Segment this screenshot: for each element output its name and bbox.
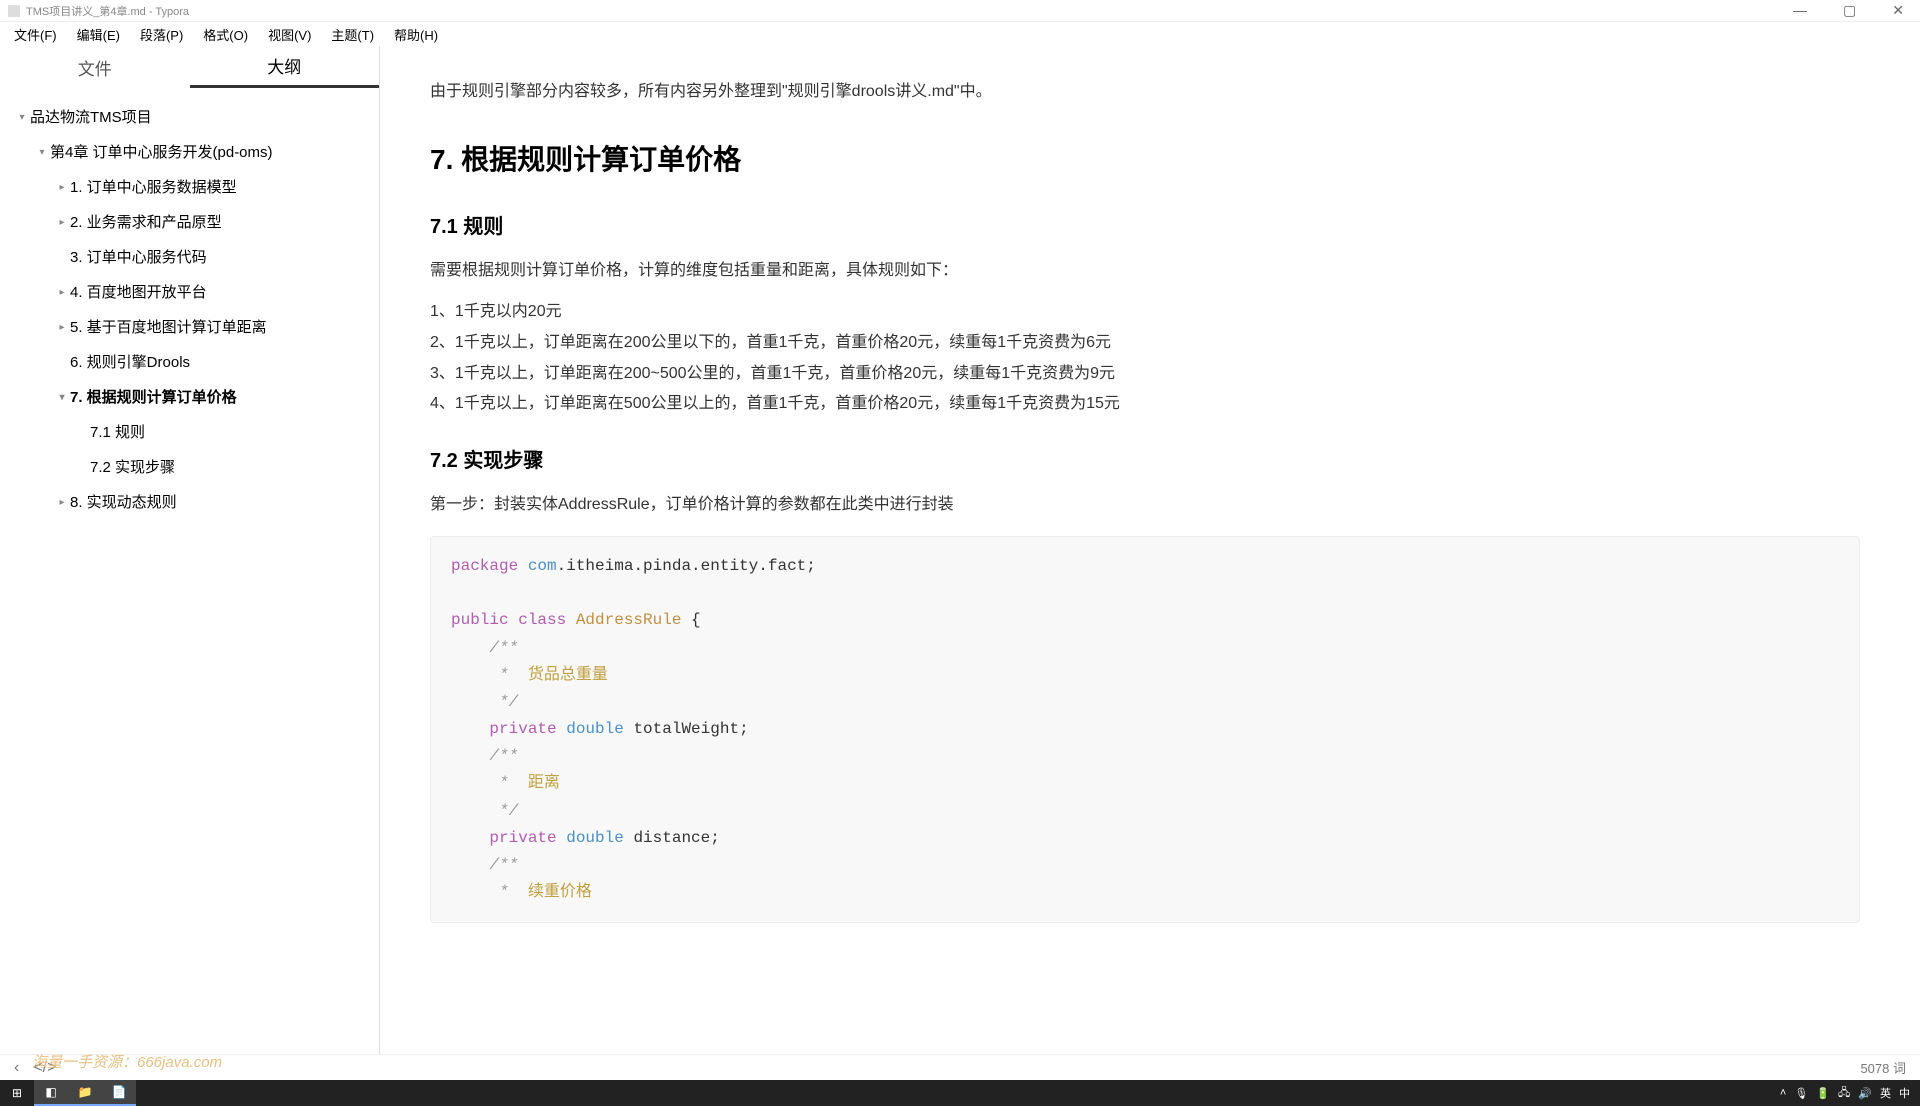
outline-s1[interactable]: ▸ 1. 订单中心服务数据模型 <box>0 170 379 205</box>
outline-root[interactable]: ▾ 品达物流TMS项目 <box>0 100 379 135</box>
outline-s8[interactable]: ▸ 8. 实现动态规则 <box>0 485 379 520</box>
outline-s2[interactable]: ▸ 2. 业务需求和产品原型 <box>0 205 379 240</box>
intro-paragraph: 由于规则引擎部分内容较多，所有内容另外整理到"规则引擎drools讲义.md"中… <box>430 78 1860 107</box>
menu-file[interactable]: 文件(F) <box>4 23 67 46</box>
caret-down-icon: ▾ <box>54 391 70 405</box>
sidebar: 文件 大纲 ▾ 品达物流TMS项目 ▾ 第4章 订单中心服务开发(pd-oms)… <box>0 46 380 1054</box>
caret-right-icon: ▸ <box>54 216 70 230</box>
start-button[interactable]: ⊞ <box>0 1080 34 1106</box>
task-typora[interactable]: 📄 <box>102 1080 136 1106</box>
outline-chapter[interactable]: ▾ 第4章 订单中心服务开发(pd-oms) <box>0 135 379 170</box>
outline-s7-2[interactable]: ▸ 7.2 实现步骤 <box>0 450 379 485</box>
sidebar-tabs: 文件 大纲 <box>0 46 379 88</box>
caret-right-icon: ▸ <box>54 321 70 335</box>
caret-right-icon: ▸ <box>54 286 70 300</box>
statusbar: ‹ </> 5078 词 <box>0 1054 1920 1080</box>
caret-right-icon: ▸ <box>54 496 70 510</box>
outline-s4[interactable]: ▸ 4. 百度地图开放平台 <box>0 275 379 310</box>
window-controls: — ▢ ✕ <box>1785 2 1912 19</box>
tray-volume-icon[interactable]: 🔊 <box>1858 1087 1872 1100</box>
heading-7-1: 7.1 规则 <box>430 209 1860 245</box>
outline-s7-1[interactable]: ▸ 7.1 规则 <box>0 415 379 450</box>
tray-battery-icon[interactable]: 🔋 <box>1816 1087 1830 1100</box>
window-title: TMS项目讲义_第4章.md - Typora <box>26 3 189 19</box>
outline-s5[interactable]: ▸ 5. 基于百度地图计算订单距离 <box>0 310 379 345</box>
app-icon <box>8 5 20 17</box>
tray-mic-icon[interactable]: 🎙 <box>1794 1087 1808 1100</box>
system-tray: ˄ 🎙 🔋 🖧 🔊 英 中 <box>1780 1084 1920 1103</box>
heading-7-2: 7.2 实现步骤 <box>430 443 1860 479</box>
watermark: 海量一手资源：666java.com <box>32 1051 222 1054</box>
rule-1: 1、1千克以内20元 <box>430 298 1860 327</box>
main-area: 文件 大纲 ▾ 品达物流TMS项目 ▾ 第4章 订单中心服务开发(pd-oms)… <box>0 46 1920 1054</box>
code-block[interactable]: package com.itheima.pinda.entity.fact; p… <box>430 536 1860 923</box>
close-button[interactable]: ✕ <box>1884 2 1912 19</box>
tray-ime-cn[interactable]: 中 <box>1899 1085 1910 1101</box>
caret-down-icon: ▾ <box>34 146 50 160</box>
caret-down-icon: ▾ <box>14 111 30 125</box>
menu-paragraph[interactable]: 段落(P) <box>130 23 193 46</box>
rule-2: 2、1千克以上，订单距离在200公里以下的，首重1千克，首重价格20元，续重每1… <box>430 329 1860 358</box>
rule-4: 4、1千克以上，订单距离在500公里以上的，首重1千克，首重价格20元，续重每1… <box>430 390 1860 419</box>
task-idea[interactable]: ◧ <box>34 1080 68 1106</box>
step-1-intro: 第一步：封装实体AddressRule，订单价格计算的参数都在此类中进行封装 <box>430 491 1860 520</box>
back-icon[interactable]: ‹ <box>14 1059 19 1077</box>
menu-format[interactable]: 格式(O) <box>193 23 258 46</box>
caret-right-icon: ▸ <box>54 181 70 195</box>
tab-files[interactable]: 文件 <box>0 46 190 88</box>
menu-theme[interactable]: 主题(T) <box>321 23 384 46</box>
menu-view[interactable]: 视图(V) <box>258 23 321 46</box>
tray-network-icon[interactable]: 🖧 <box>1838 1084 1850 1103</box>
rules-intro: 需要根据规则计算订单价格，计算的维度包括重量和距离，具体规则如下： <box>430 257 1860 286</box>
task-explorer[interactable]: 📁 <box>68 1080 102 1106</box>
menu-edit[interactable]: 编辑(E) <box>67 23 130 46</box>
tab-outline[interactable]: 大纲 <box>190 46 380 88</box>
menu-help[interactable]: 帮助(H) <box>384 23 448 46</box>
titlebar: TMS项目讲义_第4章.md - Typora — ▢ ✕ <box>0 0 1920 22</box>
outline-tree: ▾ 品达物流TMS项目 ▾ 第4章 订单中心服务开发(pd-oms) ▸ 1. … <box>0 88 379 1054</box>
menubar: 文件(F) 编辑(E) 段落(P) 格式(O) 视图(V) 主题(T) 帮助(H… <box>0 22 1920 46</box>
outline-s3[interactable]: ▸ 3. 订单中心服务代码 <box>0 240 379 275</box>
word-count[interactable]: 5078 词 <box>1860 1058 1906 1077</box>
rule-3: 3、1千克以上，订单距离在200~500公里的，首重1千克，首重价格20元，续重… <box>430 360 1860 389</box>
tray-ime-en[interactable]: 英 <box>1880 1085 1891 1101</box>
tray-chevron-icon[interactable]: ˄ <box>1780 1087 1786 1099</box>
maximize-button[interactable]: ▢ <box>1835 2 1864 19</box>
minimize-button[interactable]: — <box>1785 2 1815 19</box>
outline-s7[interactable]: ▾ 7. 根据规则计算订单价格 <box>0 380 379 415</box>
editor-content[interactable]: 由于规则引擎部分内容较多，所有内容另外整理到"规则引擎drools讲义.md"中… <box>380 46 1920 1054</box>
heading-7: 7. 根据规则计算订单价格 <box>430 135 1860 185</box>
outline-s6[interactable]: ▸ 6. 规则引擎Drools <box>0 345 379 380</box>
taskbar: ⊞ ◧ 📁 📄 ˄ 🎙 🔋 🖧 🔊 英 中 <box>0 1080 1920 1106</box>
